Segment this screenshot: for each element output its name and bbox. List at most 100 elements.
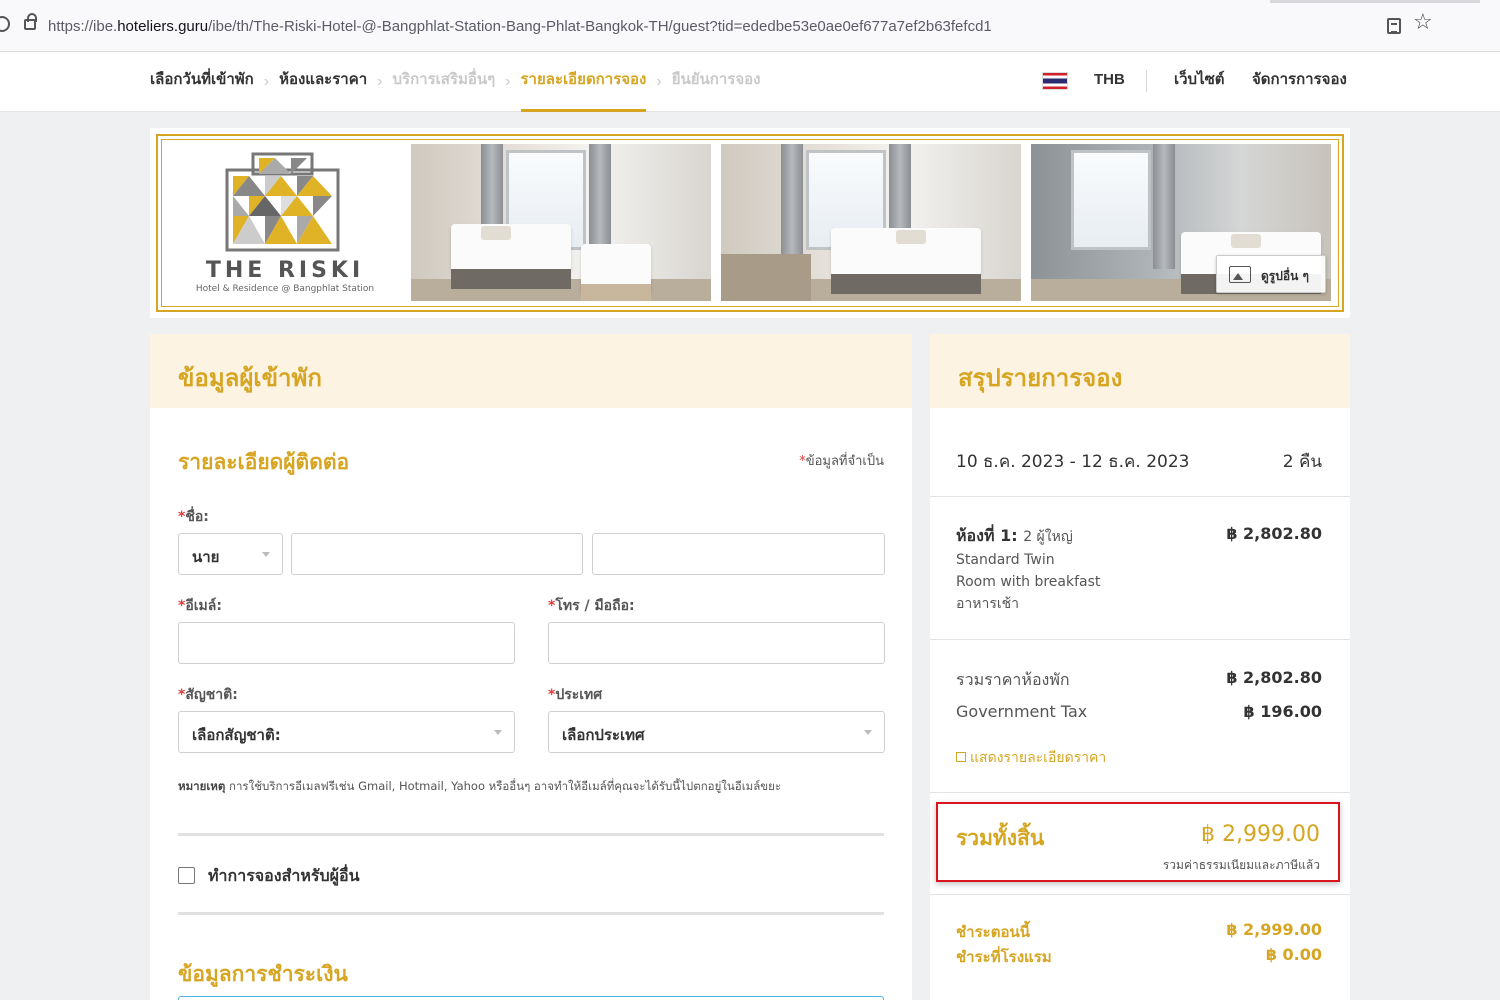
top-navigation: เลือกวันที่เข้าพัก › ห้องและราคา › บริกา… (0, 52, 1500, 112)
step-extras: บริการเสริมอื่นๆ (392, 71, 496, 88)
email-note-text: การใช้บริการอีเมลฟรีเช่น Gmail, Hotmail,… (229, 779, 782, 793)
currency-selector[interactable]: THB (1094, 52, 1125, 112)
room-guests: 2 ผู้ใหญ่ (1023, 529, 1073, 545)
hotel-logo-name: THE RISKI (205, 258, 365, 283)
contact-details-title: รายละเอียดผู้ติดต่อ (178, 450, 350, 474)
divider (930, 639, 1350, 640)
name-label-text: ชื่อ: (185, 509, 209, 525)
country-label: *ประเทศ (548, 687, 603, 703)
address-bar[interactable]: https://ibe.hoteliers.guru/ibe/th/The-Ri… (48, 18, 992, 35)
first-name-field[interactable] (291, 533, 583, 575)
step-rooms-rates[interactable]: ห้องและราคา (279, 52, 367, 112)
external-link-icon (956, 752, 966, 762)
stay-dates-row: 10 ธ.ค. 2023 - 12 ธ.ค. 2023 2 คืน (956, 448, 1322, 475)
booking-summary-panel: สรุปรายการจอง 10 ธ.ค. 2023 - 12 ธ.ค. 202… (930, 334, 1350, 1000)
book-for-other-checkbox[interactable] (178, 867, 195, 884)
tax-row: Government Tax ฿ 196.00 (956, 702, 1322, 721)
tab-strip (1270, 0, 1480, 3)
phone-field[interactable] (548, 622, 885, 664)
divider (178, 912, 884, 915)
pay-now-row: ชำระตอนนี้ ฿ 2,999.00 (956, 920, 1322, 944)
last-name-field[interactable] (592, 533, 885, 575)
step-booking-details[interactable]: รายละเอียดการจอง (520, 52, 646, 112)
website-link[interactable]: เว็บไซต์ (1174, 52, 1225, 112)
more-photos-button[interactable]: ดูรูปอื่น ๆ (1216, 255, 1326, 293)
pay-now-value: ฿ 2,999.00 (1226, 920, 1322, 939)
chevron-down-icon (262, 552, 270, 557)
bookmark-star-icon[interactable]: ☆ (1413, 12, 1433, 34)
step-select-dates[interactable]: เลือกวันที่เข้าพัก (150, 52, 254, 112)
booking-steps: เลือกวันที่เข้าพัก › ห้องและราคา › บริกา… (150, 52, 760, 112)
subtotal-value: ฿ 2,802.80 (1226, 668, 1322, 687)
tax-label: Government Tax (956, 702, 1088, 721)
url-host: hoteliers.guru (117, 18, 209, 35)
nationality-select[interactable]: เลือกสัญชาติ: (178, 711, 515, 753)
room-type-line-2: Room with breakfast (956, 574, 1101, 590)
country-select-value: เลือกประเทศ (562, 726, 645, 744)
chevron-right-icon: › (263, 73, 270, 90)
email-note-bold: หมายเหตุ (178, 779, 226, 793)
thai-flag-icon[interactable] (1042, 72, 1068, 90)
divider (930, 792, 1350, 793)
hotel-banner: THE RISKI Hotel & Residence @ Bangphlat … (150, 128, 1350, 318)
guest-info-panel: ข้อมูลผู้เข้าพัก รายละเอียดผู้ติดต่อ *ข้… (150, 334, 912, 1000)
nav-divider (1146, 70, 1147, 92)
grand-total-value: ฿ 2,999.00 (1201, 822, 1320, 847)
country-label-text: ประเทศ (555, 687, 603, 703)
browser-toolbar: https://ibe.hoteliers.guru/ibe/th/The-Ri… (0, 0, 1500, 52)
reload-icon[interactable] (0, 16, 10, 32)
pay-now-label: ชำระตอนนี้ (956, 923, 1030, 941)
room-meal: อาหารเช้า (956, 596, 1020, 612)
payment-field[interactable] (178, 996, 884, 1000)
room-summary: ห้องที่ 1: 2 ผู้ใหญ่ Standard Twin Room … (956, 524, 1322, 615)
room-type-line-1: Standard Twin (956, 552, 1055, 568)
email-label: *อีเมล์: (178, 598, 222, 614)
hotel-logo-subtitle: Hotel & Residence @ Bangphlat Station (195, 284, 375, 294)
grand-total-note: รวมค่าธรรมเนียมและภาษีแล้ว (1162, 858, 1320, 872)
image-icon (1229, 266, 1251, 283)
reader-view-icon[interactable] (1387, 18, 1401, 34)
url-path: /ibe/th/The-Riski-Hotel-@-Bangphlat-Stat… (208, 18, 992, 35)
phone-label: *โทร / มือถือ: (548, 598, 635, 614)
room-price: ฿ 2,802.80 (1226, 524, 1322, 543)
price-detail-label[interactable]: แสดงรายละเอียดราคา (970, 750, 1106, 766)
country-select[interactable]: เลือกประเทศ (548, 711, 885, 753)
lock-icon[interactable] (24, 13, 37, 30)
payment-info-title: ข้อมูลการชำระเงิน (178, 962, 348, 986)
manage-booking-link[interactable]: จัดการการจอง (1252, 52, 1347, 112)
email-label-text: อีเมล์: (185, 598, 222, 614)
title-select-value: นาย (192, 548, 220, 566)
grand-total-box: รวมทั้งสิ้น ฿ 2,999.00 รวมค่าธรรมเนียมแล… (936, 802, 1340, 882)
subtotal-label: รวมราคาห้องพัก (956, 670, 1070, 689)
chevron-down-icon (864, 730, 872, 735)
pay-at-hotel-row: ชำระที่โรงแรม ฿ 0.00 (956, 945, 1322, 969)
chevron-right-icon: › (656, 73, 662, 90)
nationality-label-text: สัญชาติ: (185, 687, 238, 703)
email-note: หมายเหตุ การใช้บริการอีเมลฟรีเช่น Gmail,… (178, 778, 781, 796)
phone-label-text: โทร / มือถือ: (555, 598, 635, 614)
stay-dates: 10 ธ.ค. 2023 - 12 ธ.ค. 2023 (956, 452, 1190, 472)
price-detail-link[interactable]: แสดงรายละเอียดราคา (956, 747, 1322, 769)
divider (930, 894, 1350, 895)
hotel-logo-mark-icon (225, 152, 340, 252)
chevron-right-icon: › (505, 73, 511, 90)
title-select[interactable]: นาย (178, 533, 283, 575)
required-note-text: ข้อมูลที่จำเป็น (805, 454, 884, 469)
divider (930, 496, 1350, 497)
chevron-right-icon: › (377, 73, 383, 90)
more-photos-label: ดูรูปอื่น ๆ (1261, 269, 1309, 283)
name-label: *ชื่อ: (178, 509, 209, 525)
booking-summary-header: สรุปรายการจอง (930, 334, 1350, 408)
subtotal-row: รวมราคาห้องพัก ฿ 2,802.80 (956, 668, 1322, 693)
hotel-logo: THE RISKI Hotel & Residence @ Bangphlat … (190, 150, 380, 300)
email-field[interactable] (178, 622, 515, 664)
room-photo-2[interactable] (721, 144, 1021, 301)
step-confirm: ยืนยันการจอง (671, 71, 761, 88)
nationality-select-value: เลือกสัญชาติ: (192, 726, 281, 744)
pay-at-hotel-value: ฿ 0.00 (1265, 945, 1322, 964)
required-note: *ข้อมูลที่จำเป็น (799, 454, 884, 469)
chevron-down-icon (494, 730, 502, 735)
room-photo-1[interactable] (411, 144, 711, 301)
guest-info-header: ข้อมูลผู้เข้าพัก (150, 334, 912, 408)
book-for-other-label[interactable]: ทำการจองสำหรับผู้อื่น (208, 864, 360, 889)
